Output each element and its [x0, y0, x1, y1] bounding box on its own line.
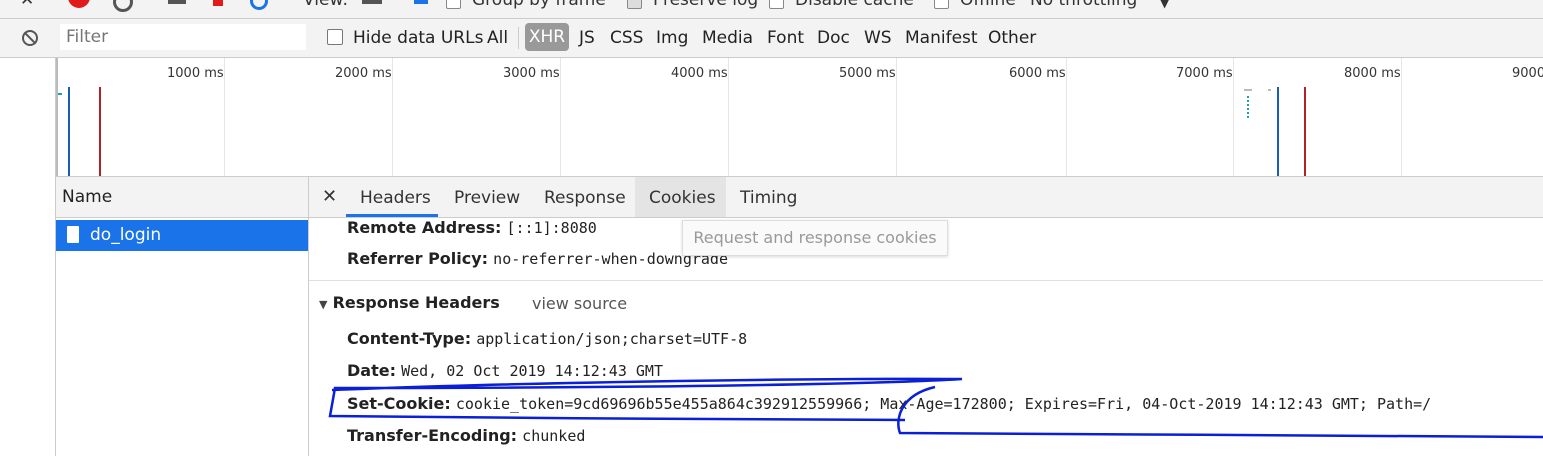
annotation-stroke [897, 385, 1543, 439]
annotation-overlay [328, 377, 1543, 439]
annotation-stroke [328, 377, 963, 422]
